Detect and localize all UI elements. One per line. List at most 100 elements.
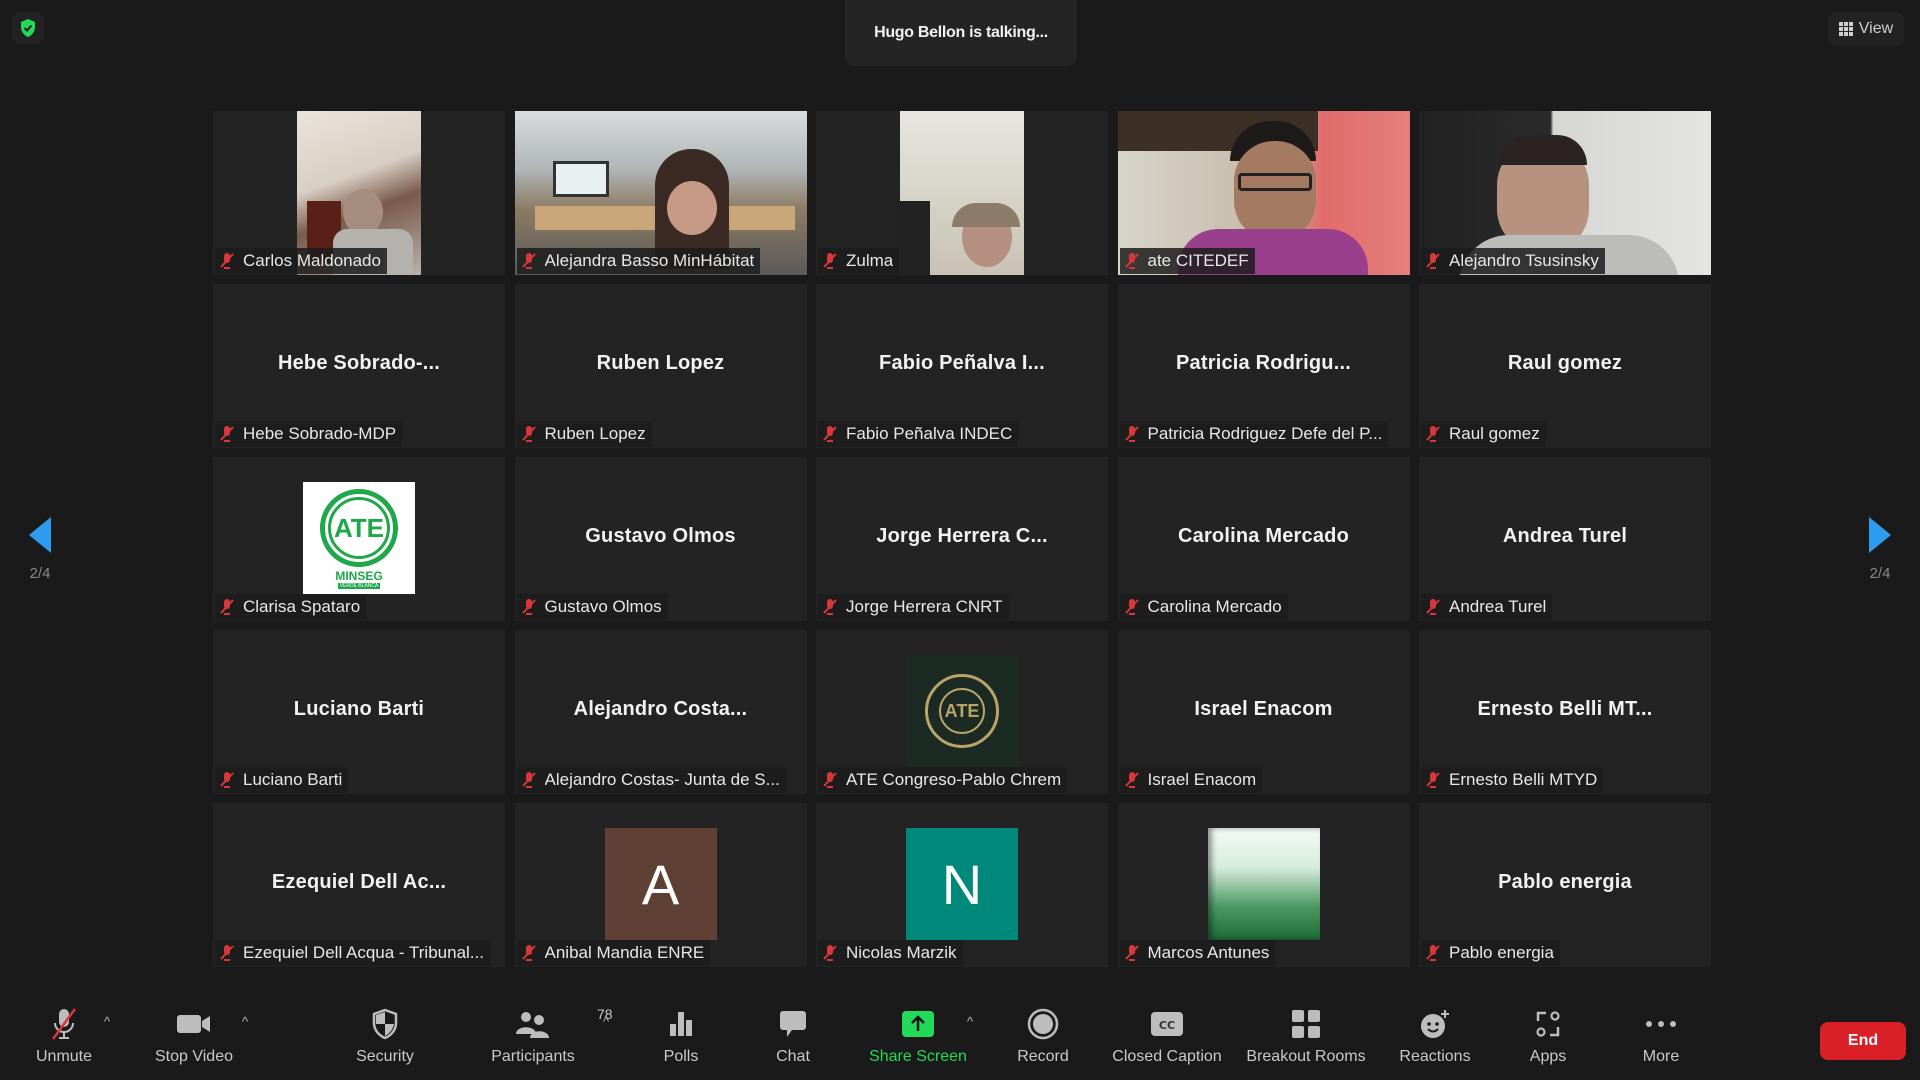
participant-tile[interactable]: ate CITEDEF (1117, 111, 1410, 275)
muted-mic-icon (1426, 599, 1440, 615)
participant-name-label: Alejandro Tsusinsky (1421, 248, 1605, 274)
video-options-caret[interactable]: ^ (242, 1014, 248, 1029)
participant-display-name: Alejandro Costa... (573, 698, 748, 720)
record-button[interactable]: Record (983, 1006, 1103, 1066)
previous-page-button[interactable]: 2/4 (5, 515, 75, 605)
participant-tile[interactable]: Jorge Herrera C... Jorge Herrera CNRT (816, 457, 1108, 621)
participant-name-label: Luciano Barti (215, 767, 349, 793)
participant-video (900, 111, 1024, 275)
reactions-button[interactable]: Reactions (1375, 1006, 1495, 1066)
muted-mic-icon (1124, 772, 1139, 788)
participants-options-caret[interactable]: ^ (603, 1014, 609, 1029)
participant-name-label: Ernesto Belli MTYD (1421, 767, 1604, 793)
chat-button[interactable]: Chat (733, 1006, 853, 1066)
participant-display-name: Ezequiel Dell Ac... (271, 871, 447, 893)
participant-tile[interactable]: Luciano Barti Luciano Barti (213, 630, 505, 794)
participant-tile[interactable]: Alejandro Costa... Alejandro Costas- Jun… (514, 630, 807, 794)
participant-display-name: Ernesto Belli MT... (1477, 698, 1653, 720)
participant-name-label: Raul gomez (1421, 421, 1546, 447)
participant-tile[interactable]: Hebe Sobrado-... Hebe Sobrado-MDP (213, 284, 505, 448)
participant-name-label: Carlos Maldonado (215, 248, 387, 274)
participant-name-label: ATE Congreso-Pablo Chrem (818, 767, 1068, 793)
participant-display-name: Luciano Barti (293, 698, 425, 720)
participant-name-label: Hebe Sobrado-MDP (215, 421, 403, 447)
profile-picture (1207, 828, 1320, 940)
participant-tile[interactable]: Alejandro Tsusinsky (1419, 111, 1711, 275)
share-screen-button[interactable]: Share Screen (858, 1006, 978, 1066)
participant-name-label: Nicolas Marzik (818, 940, 963, 966)
muted-mic-icon (1124, 253, 1139, 269)
participant-name-label: Clarisa Spataro (215, 594, 367, 620)
participant-name-label: ate CITEDEF (1119, 248, 1255, 274)
muted-mic-icon (1124, 945, 1139, 961)
view-button[interactable]: View (1828, 12, 1904, 46)
closed-caption-button[interactable]: CC Closed Caption (1107, 1006, 1227, 1066)
participant-name-label: Gustavo Olmos (516, 594, 668, 620)
meeting-security-badge[interactable] (12, 12, 44, 44)
participant-display-name: Raul gomez (1507, 352, 1623, 374)
record-icon (1027, 1008, 1059, 1040)
participant-tile[interactable]: Ezequiel Dell Ac... Ezequiel Dell Acqua … (213, 803, 505, 967)
shield-check-icon (21, 19, 35, 37)
participant-display-name: Pablo energia (1498, 871, 1632, 893)
more-button[interactable]: More (1601, 1006, 1721, 1066)
participant-name-label: Ezequiel Dell Acqua - Tribunal... (215, 940, 490, 966)
participant-tile[interactable]: Ernesto Belli MT... Ernesto Belli MTYD (1419, 630, 1711, 794)
polls-button[interactable]: Polls (621, 1006, 741, 1066)
view-label: View (1858, 20, 1894, 37)
end-meeting-button[interactable]: End (1820, 1022, 1906, 1060)
participant-tile[interactable]: Fabio Peñalva I... Fabio Peñalva INDEC (816, 284, 1108, 448)
participants-button[interactable]: 78 Participants (473, 1006, 612, 1066)
participant-name-label: Alejandro Costas- Junta de S... (516, 767, 786, 793)
breakout-rooms-button[interactable]: Breakout Rooms (1246, 1006, 1366, 1066)
participant-display-name: Fabio Peñalva I... (879, 352, 1045, 374)
muted-mic-icon (521, 599, 536, 615)
participant-name-label: Ruben Lopez (516, 421, 652, 447)
participant-tile[interactable]: Carlos Maldonado (213, 111, 505, 275)
participant-tile[interactable]: Patricia Rodrigu... Patricia Rodriguez D… (1117, 284, 1410, 448)
participant-tile[interactable]: Raul gomez Raul gomez (1419, 284, 1711, 448)
grid-view-icon (1838, 22, 1853, 36)
participant-tile[interactable]: Israel Enacom Israel Enacom (1117, 630, 1410, 794)
avatar-initial: N (906, 828, 1018, 940)
audio-options-caret[interactable]: ^ (104, 1014, 110, 1029)
participant-tile[interactable]: Pablo energia Pablo energia (1419, 803, 1711, 967)
participant-tile[interactable]: Andrea Turel Andrea Turel (1419, 457, 1711, 621)
meeting-toolbar: Unmute ^ Stop Video ^ Security 78 Partic… (0, 996, 1920, 1080)
muted-mic-icon (521, 945, 536, 961)
participant-tile[interactable]: Marcos Antunes (1117, 803, 1410, 967)
participant-display-name: Hebe Sobrado-... (277, 352, 441, 374)
participant-tile[interactable]: ATE ATE Congreso-Pablo Chrem (816, 630, 1108, 794)
next-page-button[interactable]: 2/4 (1845, 515, 1915, 605)
participant-display-name: Carolina Mercado (1177, 525, 1350, 547)
share-options-caret[interactable]: ^ (967, 1014, 973, 1029)
participant-tile[interactable]: Ruben Lopez Ruben Lopez (514, 284, 807, 448)
muted-mic-icon (1426, 253, 1440, 269)
avatar-initial: A (604, 828, 717, 940)
apps-button[interactable]: Apps (1488, 1006, 1608, 1066)
stop-video-button[interactable]: Stop Video (134, 1006, 254, 1066)
participant-display-name: Jorge Herrera C... (876, 525, 1048, 547)
security-button[interactable]: Security (325, 1006, 445, 1066)
muted-mic-icon (521, 772, 536, 788)
participant-tile[interactable]: N Nicolas Marzik (816, 803, 1108, 967)
participant-name-label: Patricia Rodriguez Defe del P... (1119, 421, 1389, 447)
participant-tile[interactable]: Gustavo Olmos Gustavo Olmos (514, 457, 807, 621)
participant-tile[interactable]: Carolina Mercado Carolina Mercado (1117, 457, 1410, 621)
apps-icon (1536, 1011, 1560, 1037)
participant-tile[interactable]: ATE MINSEG VERDE BLANCA Clarisa Spataro (213, 457, 505, 621)
participant-name-label: Marcos Antunes (1119, 940, 1276, 966)
participant-tile[interactable]: Alejandra Basso MinHábitat (514, 111, 807, 275)
participant-tile[interactable]: A Anibal Mandia ENRE (514, 803, 807, 967)
participant-display-name: Ruben Lopez (596, 352, 725, 374)
security-shield-icon (372, 1008, 398, 1040)
video-camera-icon (177, 1015, 210, 1033)
participant-tile[interactable]: Zulma (816, 111, 1108, 275)
participant-name-label: Carolina Mercado (1119, 594, 1288, 620)
arrow-left-icon (29, 517, 51, 553)
muted-mic-icon (1124, 426, 1139, 442)
participant-name-label: Alejandra Basso MinHábitat (516, 248, 761, 274)
page-indicator-right: 2/4 (1869, 565, 1891, 582)
participant-name-label: Anibal Mandia ENRE (516, 940, 711, 966)
participant-name-label: Andrea Turel (1421, 594, 1553, 620)
